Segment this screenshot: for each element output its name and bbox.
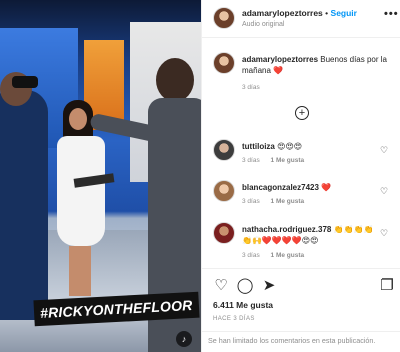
avatar[interactable] bbox=[213, 139, 235, 161]
comment-body: 😍😍😍 bbox=[277, 142, 303, 151]
comment-username[interactable]: blancagonzalez7423 bbox=[242, 183, 319, 192]
audio-label[interactable]: Audio original bbox=[242, 21, 284, 28]
post-side-panel: adamarylopeztorres • Seguir Audio origin… bbox=[201, 0, 400, 352]
paper-plane-icon[interactable]: ➤ bbox=[260, 277, 278, 295]
post-header: adamarylopeztorres • Seguir Audio origin… bbox=[202, 0, 400, 38]
comment-text: tuttiloiza 😍😍😍 bbox=[242, 141, 380, 152]
comment-username[interactable]: tuttiloiza bbox=[242, 142, 275, 151]
speaker-icon[interactable]: ♪ bbox=[176, 331, 192, 347]
heart-icon[interactable]: ♡ bbox=[379, 145, 389, 155]
caption-text: adamarylopeztorres Buenos días por la ma… bbox=[242, 54, 392, 76]
heart-icon[interactable]: ♡ bbox=[379, 186, 389, 196]
comment-username[interactable]: nathacha.rodriguez.378 bbox=[242, 225, 331, 234]
comment-like-count[interactable]: 1 Me gusta bbox=[271, 198, 305, 205]
comment-time[interactable]: 3 días bbox=[242, 252, 260, 259]
comment-text: nathacha.rodriguez.378 👏👏👏👏👏🙌❤️❤️❤️❤️😍😍 bbox=[242, 224, 380, 246]
likes-count[interactable]: 6.411 Me gusta bbox=[213, 300, 273, 310]
heart-icon[interactable]: ♡ bbox=[212, 277, 230, 295]
woman-dress bbox=[57, 136, 105, 246]
header-user-line: adamarylopeztorres • Seguir bbox=[242, 8, 357, 18]
comment-text: blancagonzalez7423 ❤️ bbox=[242, 182, 380, 193]
comment-time[interactable]: 3 días bbox=[242, 198, 260, 205]
bookmark-icon[interactable]: ❐ bbox=[378, 277, 396, 295]
header-separator: • bbox=[325, 8, 329, 18]
comment-meta: 3 días 1 Me gusta bbox=[242, 157, 313, 164]
woman-face bbox=[69, 108, 87, 130]
caption-username[interactable]: adamarylopeztorres bbox=[242, 55, 318, 64]
video-person-left-head bbox=[0, 72, 38, 106]
comment-meta: 3 días 1 Me gusta bbox=[242, 252, 313, 259]
woman-legs bbox=[69, 246, 91, 296]
post-actions: ♡ ◯ ➤ ❐ 6.411 Me gusta HACE 3 DÍAS Se ha… bbox=[202, 268, 400, 348]
caption-time[interactable]: 3 días bbox=[242, 84, 260, 91]
comment-bubble-icon[interactable]: ◯ bbox=[236, 277, 254, 295]
more-options-icon[interactable]: ••• bbox=[384, 8, 399, 20]
face-mask bbox=[12, 76, 38, 88]
comment-time[interactable]: 3 días bbox=[242, 157, 260, 164]
avatar[interactable] bbox=[213, 222, 235, 244]
comment-body: ❤️ bbox=[321, 183, 332, 192]
avatar[interactable] bbox=[213, 180, 235, 202]
video-person-left bbox=[0, 72, 48, 320]
heart-emoji: ❤️ bbox=[273, 66, 284, 75]
comment-meta: 3 días 1 Me gusta bbox=[242, 198, 313, 205]
man-head bbox=[156, 58, 194, 102]
heart-icon[interactable]: ♡ bbox=[379, 228, 389, 238]
post-date[interactable]: HACE 3 DÍAS bbox=[213, 316, 255, 322]
comment-like-count[interactable]: 1 Me gusta bbox=[271, 252, 305, 259]
comments-limited-notice: Se han limitado los comentarios en esta … bbox=[202, 331, 400, 349]
header-username[interactable]: adamarylopeztorres bbox=[242, 8, 323, 18]
comment-like-count[interactable]: 1 Me gusta bbox=[271, 157, 305, 164]
post-video[interactable]: #RICKYONTHEFLOOR ♪ bbox=[0, 0, 201, 352]
avatar[interactable] bbox=[213, 52, 235, 74]
load-more-comments-icon[interactable]: + bbox=[295, 106, 309, 120]
avatar[interactable] bbox=[213, 7, 235, 29]
follow-button[interactable]: Seguir bbox=[331, 8, 357, 18]
